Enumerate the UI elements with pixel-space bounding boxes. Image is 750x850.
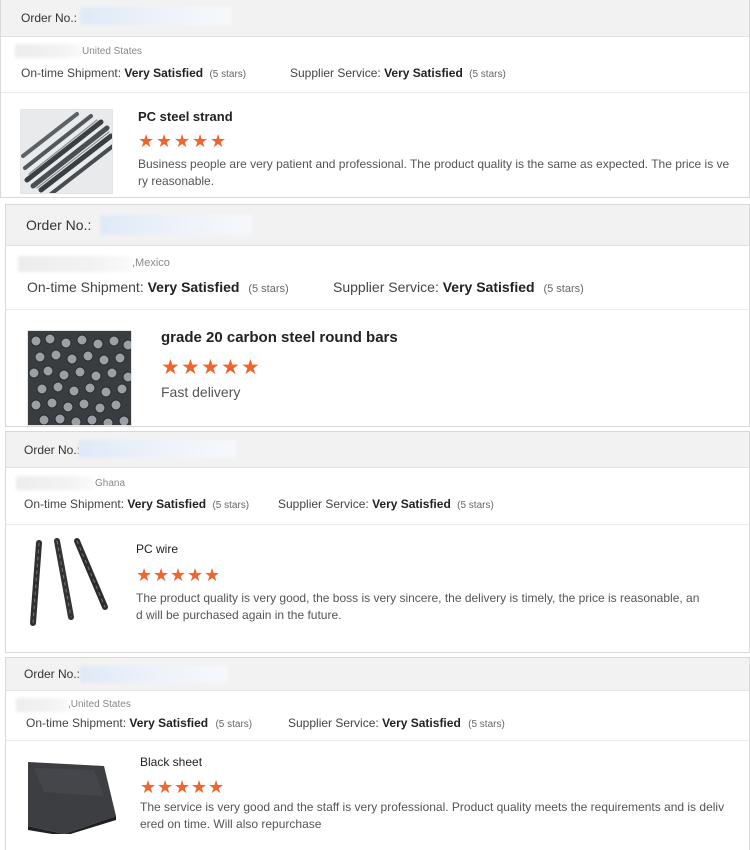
- order-header: Order No.:: [1, 0, 749, 37]
- review-text: The product quality is very good, the bo…: [136, 591, 700, 622]
- product-title[interactable]: grade 20 carbon steel round bars: [161, 329, 398, 346]
- review-card: Order No.: United States On-time Shipmen…: [0, 0, 750, 198]
- redacted-order-number: [81, 7, 231, 25]
- supplier-value: Very Satisfied: [384, 66, 463, 80]
- star-icon: ★: [140, 777, 157, 797]
- ontime-value: Very Satisfied: [124, 66, 204, 80]
- star-rating: ★ ★ ★ ★ ★: [138, 132, 228, 151]
- supplier-count: (5 stars): [469, 69, 506, 80]
- product-title[interactable]: PC wire: [136, 542, 178, 556]
- star-icon: ★: [174, 777, 191, 797]
- ontime-count: (5 stars): [212, 500, 250, 511]
- order-label: Order No.:: [24, 667, 81, 681]
- buyer-country: Ghana: [95, 478, 126, 489]
- ontime-label: On-time Shipment:: [27, 279, 144, 295]
- review-text: Business people are very patient and pro…: [138, 157, 730, 188]
- ontime-value: Very Satisfied: [147, 279, 240, 295]
- ontime-count: (5 stars): [248, 283, 289, 295]
- star-icon: ★: [161, 356, 180, 379]
- star-icon: ★: [136, 565, 153, 585]
- supplier-label: Supplier Service:: [333, 279, 439, 295]
- star-rating: ★ ★ ★ ★ ★: [136, 566, 221, 585]
- pc-wire-image[interactable]: [22, 536, 118, 628]
- review-text: Fast delivery: [161, 384, 241, 400]
- star-rating: ★ ★ ★ ★ ★: [161, 357, 261, 379]
- star-icon: ★: [181, 356, 200, 379]
- divider: [1, 92, 749, 93]
- redacted-buyer-name: [18, 256, 132, 272]
- redacted-buyer-name: [16, 476, 94, 490]
- ontime-label: On-time Shipment:: [21, 66, 122, 80]
- supplier-value: Very Satisfied: [442, 279, 535, 295]
- divider: [6, 740, 749, 741]
- star-icon: ★: [156, 131, 173, 151]
- divider: [6, 309, 749, 310]
- round-bars-image[interactable]: [27, 330, 132, 426]
- supplier-service-rating: Supplier Service: Very Satisfied (5 star…: [278, 497, 494, 511]
- ontime-shipment-rating: On-time Shipment: Very Satisfied (5 star…: [27, 279, 289, 295]
- supplier-count: (5 stars): [468, 719, 505, 730]
- order-header: Order No.:: [6, 432, 749, 468]
- ontime-shipment-rating: On-time Shipment: Very Satisfied (5 star…: [21, 66, 246, 80]
- star-icon: ★: [201, 356, 220, 379]
- review-card: Order No.: ,Mexico On-time Shipment: Ver…: [5, 204, 750, 427]
- supplier-service-rating: Supplier Service: Very Satisfied (5 star…: [290, 66, 506, 80]
- redacted-order-number: [78, 440, 236, 458]
- supplier-value: Very Satisfied: [372, 497, 451, 511]
- ontime-count: (5 stars): [209, 69, 247, 80]
- star-icon: ★: [187, 565, 204, 585]
- product-title[interactable]: PC steel strand: [138, 109, 233, 124]
- ontime-count: (5 stars): [215, 719, 253, 730]
- order-label: Order No.:: [21, 11, 78, 25]
- order-label: Order No.:: [26, 217, 92, 233]
- star-icon: ★: [153, 565, 170, 585]
- star-icon: ★: [210, 131, 227, 151]
- supplier-service-rating: Supplier Service: Very Satisfied (5 star…: [288, 716, 505, 730]
- order-header: Order No.:: [6, 205, 749, 246]
- supplier-label: Supplier Service:: [290, 66, 381, 80]
- star-icon: ★: [241, 356, 260, 379]
- ontime-value: Very Satisfied: [127, 497, 207, 511]
- buyer-country: United States: [82, 46, 143, 57]
- ontime-shipment-rating: On-time Shipment: Very Satisfied (5 star…: [24, 497, 249, 511]
- star-icon: ★: [138, 131, 155, 151]
- star-rating: ★ ★ ★ ★ ★: [140, 778, 225, 797]
- supplier-label: Supplier Service:: [278, 497, 369, 511]
- product-title[interactable]: Black sheet: [140, 755, 202, 769]
- order-header: Order No.:: [6, 658, 749, 691]
- redacted-buyer-name: [15, 44, 81, 58]
- black-sheet-image[interactable]: [23, 755, 117, 835]
- supplier-label: Supplier Service:: [288, 716, 379, 730]
- star-icon: ★: [170, 565, 187, 585]
- redacted-buyer-name: [16, 698, 70, 712]
- star-icon: ★: [208, 777, 225, 797]
- ontime-value: Very Satisfied: [129, 716, 209, 730]
- redacted-order-number: [100, 215, 252, 235]
- ontime-shipment-rating: On-time Shipment: Very Satisfied (5 star…: [26, 716, 252, 730]
- buyer-country: ,United States: [68, 699, 131, 710]
- ontime-label: On-time Shipment:: [24, 497, 125, 511]
- supplier-count: (5 stars): [543, 283, 584, 295]
- review-text: The service is very good and the staff i…: [140, 800, 725, 831]
- buyer-country: ,Mexico: [132, 257, 170, 269]
- redacted-order-number: [80, 666, 228, 683]
- ontime-label: On-time Shipment:: [26, 716, 127, 730]
- supplier-count: (5 stars): [457, 500, 494, 511]
- supplier-service-rating: Supplier Service: Very Satisfied (5 star…: [333, 279, 584, 295]
- star-icon: ★: [157, 777, 174, 797]
- supplier-value: Very Satisfied: [382, 716, 461, 730]
- star-icon: ★: [191, 777, 208, 797]
- divider: [6, 524, 749, 525]
- star-icon: ★: [204, 565, 221, 585]
- steel-strand-image[interactable]: [20, 109, 113, 194]
- star-icon: ★: [221, 356, 240, 379]
- review-card: Order No.: ,United States On-time Shipme…: [5, 657, 750, 850]
- review-card: Order No.: Ghana On-time Shipment: Very …: [5, 431, 750, 653]
- order-label: Order No.:: [24, 443, 81, 457]
- star-icon: ★: [174, 131, 191, 151]
- star-icon: ★: [192, 131, 209, 151]
